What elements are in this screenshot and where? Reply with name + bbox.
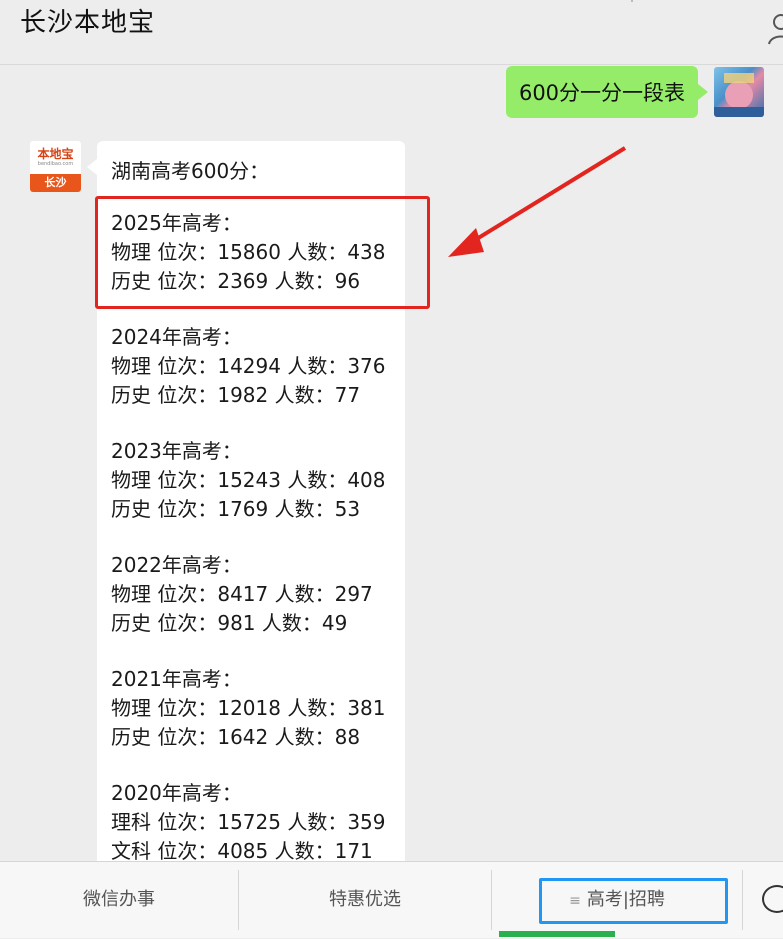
history-line: 历史 位次：981 人数：49 — [111, 611, 348, 635]
menu-divider — [742, 870, 743, 930]
account-city-label: 长沙 — [30, 174, 81, 192]
year-title: 2024年高考： — [111, 325, 242, 349]
menu-highlight-box — [539, 878, 728, 924]
user-avatar[interactable] — [714, 67, 764, 117]
account-avatar[interactable]: 本地宝 bendibao.com 长沙 — [30, 141, 81, 192]
header-dot — [631, 0, 633, 2]
annotation-arrow-icon — [448, 146, 627, 257]
year-block-2020: 2020年高考： 理科 位次：15725 人数：359 文科 位次：4085 人… — [111, 779, 386, 866]
menu-item-deals[interactable]: 特惠优选 — [239, 862, 491, 938]
account-logo-text: 本地宝 — [37, 147, 74, 161]
year-block-2024: 2024年高考： 物理 位次：14294 人数：376 历史 位次：1982 人… — [111, 323, 386, 410]
active-menu-indicator — [499, 931, 615, 937]
message-intro: 湖南高考600分： — [111, 159, 270, 183]
physics-line: 物理 位次：15243 人数：408 — [111, 468, 386, 492]
chat-title: 长沙本地宝 — [20, 8, 156, 38]
year-title: 2020年高考： — [111, 781, 242, 805]
history-line: 历史 位次：1642 人数：88 — [111, 725, 361, 749]
physics-line: 物理 位次：8417 人数：297 — [111, 582, 373, 606]
science-line: 理科 位次：15725 人数：359 — [111, 810, 386, 834]
year-title: 2021年高考： — [111, 667, 242, 691]
physics-line: 物理 位次：12018 人数：381 — [111, 696, 386, 720]
menu-item-label: 微信办事 — [83, 889, 155, 910]
person-icon[interactable] — [767, 8, 783, 48]
year-block-2021: 2021年高考： 物理 位次：12018 人数：381 历史 位次：1642 人… — [111, 665, 386, 752]
physics-line: 物理 位次：14294 人数：376 — [111, 354, 386, 378]
year-title: 2022年高考： — [111, 553, 242, 577]
year-title: 2023年高考： — [111, 439, 242, 463]
outgoing-message-text: 600分一分一段表 — [518, 81, 686, 105]
history-line: 历史 位次：1769 人数：53 — [111, 497, 361, 521]
outgoing-message-bubble[interactable]: 600分一分一段表 — [506, 66, 708, 118]
year-block-2022: 2022年高考： 物理 位次：8417 人数：297 历史 位次：981 人数：… — [111, 551, 373, 638]
chat-header: 长沙本地宝 — [0, 0, 783, 65]
year-block-2023: 2023年高考： 物理 位次：15243 人数：408 历史 位次：1769 人… — [111, 437, 386, 524]
history-line: 历史 位次：1982 人数：77 — [111, 383, 361, 407]
highlight-box-2025 — [95, 196, 430, 309]
menu-item-wechat-services[interactable]: 微信办事 — [0, 862, 238, 938]
menu-item-label: 特惠优选 — [329, 889, 401, 910]
account-logo-sub: bendibao.com — [37, 161, 74, 167]
